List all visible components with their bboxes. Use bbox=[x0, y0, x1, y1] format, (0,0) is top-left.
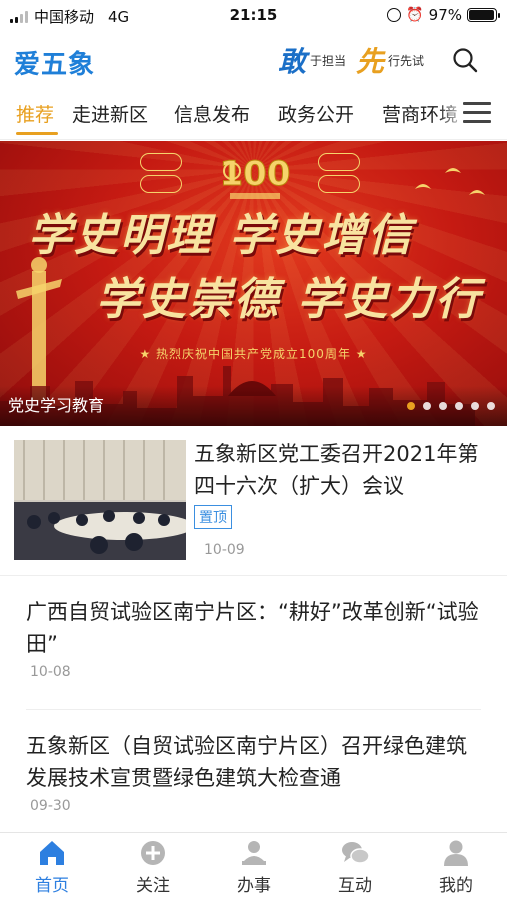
nav-label: 关注 bbox=[136, 876, 170, 896]
nav-label: 首页 bbox=[35, 876, 69, 896]
tab-enter-new-district[interactable]: 走进新区 bbox=[72, 100, 148, 127]
carousel-dots bbox=[407, 402, 495, 410]
nav-label: 我的 bbox=[439, 876, 473, 896]
user-icon bbox=[444, 840, 468, 866]
slogan-char-1: 敢 bbox=[278, 45, 307, 78]
alarm-icon: ⏰ bbox=[406, 7, 424, 23]
person-desk-icon bbox=[242, 841, 266, 865]
nav-interact[interactable]: 互动 bbox=[315, 839, 395, 896]
status-bar: 中国移动 4G 21:15 ⏰ 97% bbox=[0, 0, 507, 32]
news-title: 五象新区（自贸试验区南宁片区）召开绿色建筑发展技术宣贯暨绿色建筑大检查通 bbox=[26, 734, 467, 790]
news-thumbnail bbox=[14, 440, 186, 560]
news-date: 10-09 bbox=[204, 542, 245, 558]
rotation-lock-icon bbox=[387, 8, 402, 22]
banner-badge bbox=[318, 175, 360, 193]
home-icon bbox=[40, 841, 64, 865]
nav-follow[interactable]: 关注 bbox=[113, 839, 193, 896]
news-title: 五象新区党工委召开2021年第四十六次（扩大）会议 bbox=[194, 442, 479, 498]
slogan-text-1: 于担当 bbox=[310, 53, 347, 68]
banner-caption: 党史学习教育 bbox=[8, 396, 105, 415]
active-tab-indicator bbox=[16, 132, 58, 135]
carousel-dot[interactable] bbox=[423, 402, 431, 410]
slogan-text-2: 行先试 bbox=[388, 53, 425, 68]
tab-info-release[interactable]: 信息发布 bbox=[174, 100, 250, 127]
nav-home[interactable]: 首页 bbox=[12, 839, 92, 896]
news-item[interactable]: 广西自贸试验区南宁片区：“耕好”改革创新“试验田” 10-08 bbox=[0, 576, 507, 710]
banner-carousel[interactable]: 100 学史明理 学史增信 学史崇德 学史力行 ★ 热烈庆祝中国共产党成立100… bbox=[0, 141, 507, 426]
doves-icon bbox=[415, 168, 485, 195]
nav-services[interactable]: 办事 bbox=[214, 839, 294, 896]
banner-badge bbox=[318, 153, 360, 171]
carousel-dot[interactable] bbox=[439, 402, 447, 410]
banner-badge bbox=[140, 175, 182, 193]
app-header: 爱五象 敢 于担当 先 行先试 bbox=[0, 32, 507, 88]
banner-slogan-2: 学史崇德 学史力行 bbox=[96, 274, 482, 325]
category-tabs: 推荐 走进新区 信息发布 政务公开 营商环境 bbox=[0, 88, 507, 140]
battery-icon bbox=[467, 8, 500, 22]
battery-percent: 97% bbox=[428, 6, 462, 24]
news-date: 09-30 bbox=[30, 798, 71, 814]
nav-label: 办事 bbox=[237, 876, 271, 896]
tab-government-affairs[interactable]: 政务公开 bbox=[278, 100, 354, 127]
header-slogan: 敢 于担当 先 行先试 bbox=[278, 40, 430, 80]
search-icon[interactable] bbox=[451, 46, 479, 74]
carousel-dot[interactable] bbox=[455, 402, 463, 410]
carousel-dot[interactable] bbox=[471, 402, 479, 410]
banner-slogan-1: 学史明理 学史增信 bbox=[28, 210, 414, 261]
menu-icon[interactable] bbox=[463, 102, 491, 126]
nav-label: 互动 bbox=[338, 876, 372, 896]
news-item[interactable]: 五象新区（自贸试验区南宁片区）召开绿色建筑发展技术宣贯暨绿色建筑大检查通 09-… bbox=[0, 710, 507, 830]
chat-bubbles-icon bbox=[342, 842, 370, 864]
svg-text:100: 100 bbox=[220, 154, 291, 194]
tab-recommend[interactable]: 推荐 bbox=[16, 100, 54, 127]
app-logo[interactable]: 爱五象 bbox=[14, 44, 95, 81]
pinned-badge: 置顶 bbox=[194, 505, 232, 529]
carousel-dot[interactable] bbox=[407, 402, 415, 410]
slogan-char-2: 先 bbox=[356, 45, 385, 78]
news-title: 广西自贸试验区南宁片区：“耕好”改革创新“试验田” bbox=[26, 600, 479, 656]
news-item[interactable]: 五象新区党工委召开2021年第四十六次（扩大）会议 置顶 10-09 bbox=[0, 426, 507, 576]
news-date: 10-08 bbox=[30, 664, 71, 680]
bottom-nav: 首页 关注 办事 互动 我的 bbox=[0, 832, 507, 900]
status-right: ⏰ 97% bbox=[387, 6, 500, 24]
plus-circle-icon bbox=[141, 841, 165, 865]
centenary-emblem-icon: 100 bbox=[219, 154, 291, 199]
carousel-dot[interactable] bbox=[487, 402, 495, 410]
nav-mine[interactable]: 我的 bbox=[416, 839, 496, 896]
banner-badge bbox=[140, 153, 182, 171]
